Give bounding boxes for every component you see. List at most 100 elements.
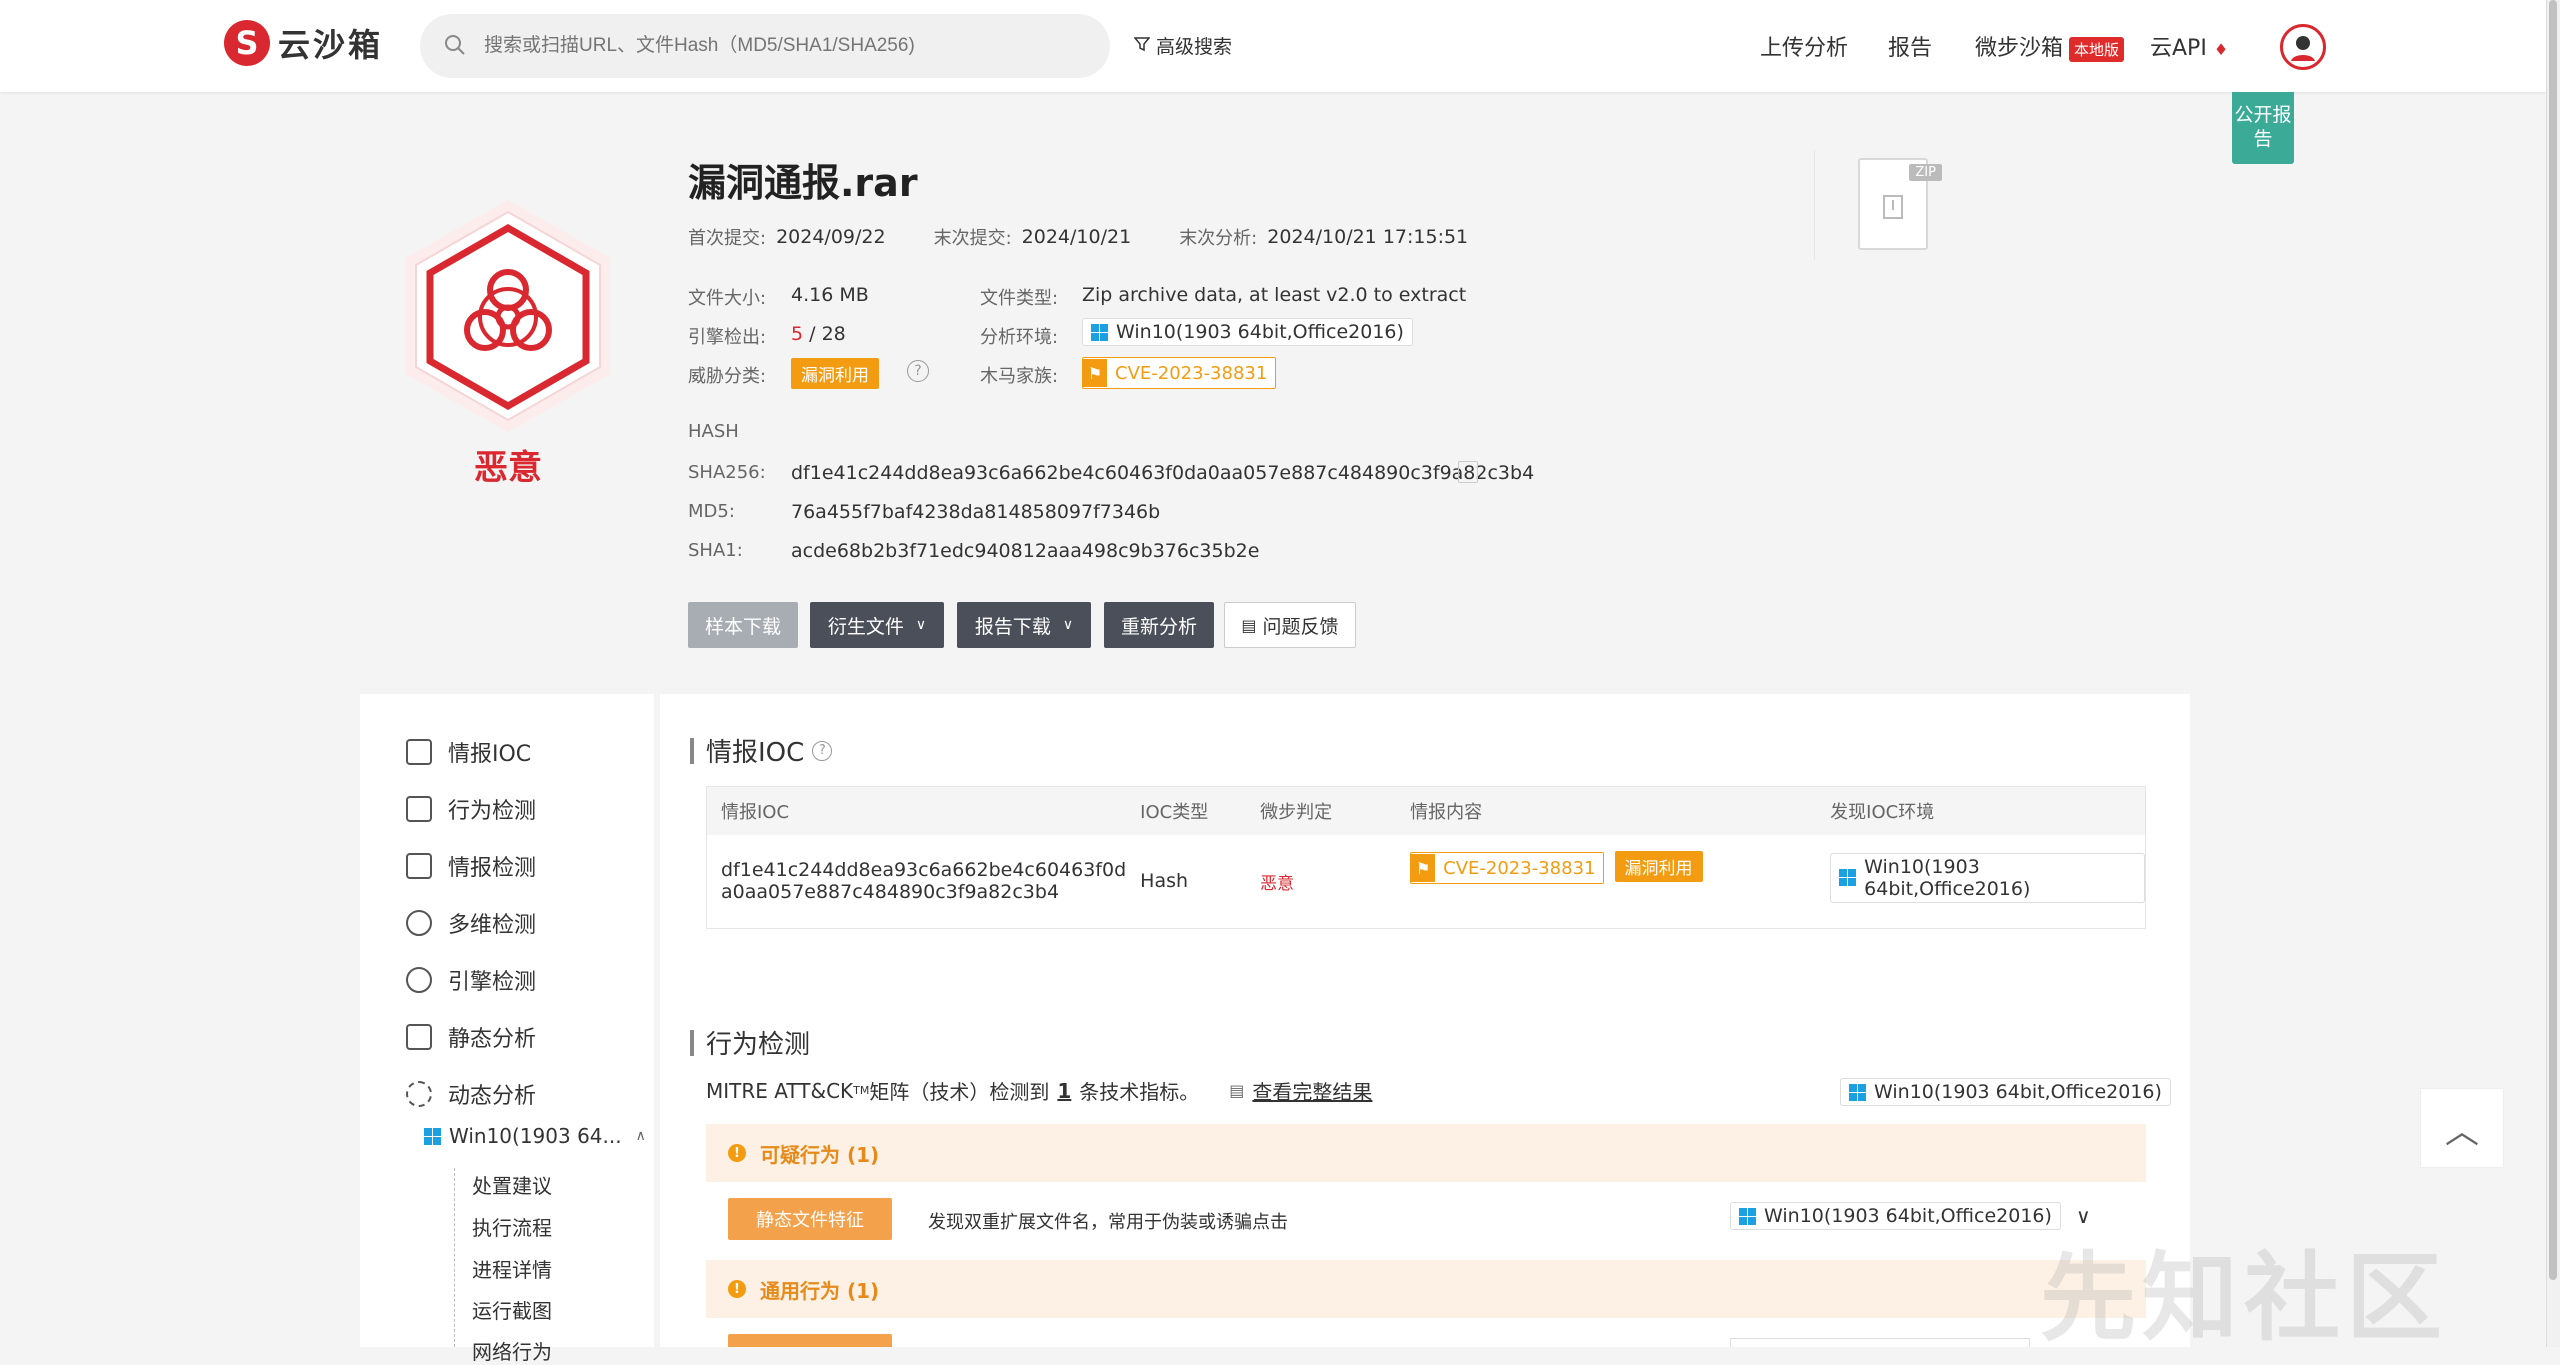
sidebar-sub-process[interactable]: 进程详情 (472, 1254, 552, 1283)
ioc-value-cell: df1e41c244dd8ea93c6a662be4c60463f0d a0aa0… (707, 835, 1127, 929)
static-feature-env-tag[interactable]: Win10(1903 64bit,Office2016) (1730, 1202, 2061, 1230)
sha1-label: SHA1: (688, 540, 743, 561)
file-size-value: 4.16 MB (791, 284, 869, 306)
filter-icon (1133, 35, 1151, 57)
table-row: df1e41c244dd8ea93c6a662be4c60463f0d a0aa0… (707, 835, 2146, 929)
sidebar-item-engine[interactable]: 引擎检测 (406, 964, 536, 996)
cve-tag[interactable]: ⚑ CVE-2023-38831 (1410, 852, 1605, 884)
behavior-tag-partial (728, 1334, 892, 1347)
user-avatar[interactable] (2280, 24, 2326, 70)
nav-cloud-api[interactable]: 云API ♦ (2150, 30, 2228, 62)
vuln-exploit-tag[interactable]: 漏洞利用 (1614, 850, 1703, 882)
trojan-family-label: 木马家族: (980, 366, 1059, 387)
static-feature-desc: 发现双重扩展文件名，常用于伪装或诱骗点击 (928, 1212, 1288, 1233)
mitre-mid: 矩阵（技术）检测到 (869, 1080, 1050, 1104)
behavior-env-tag[interactable]: Win10(1903 64bit,Office2016) (1840, 1078, 2171, 1106)
help-icon[interactable]: ? (907, 360, 929, 382)
back-to-top-button[interactable]: ︿ (2420, 1088, 2504, 1168)
analysis-env-tag[interactable]: Win10(1903 64bit,Office2016) (1082, 318, 1413, 346)
sidebar-item-static[interactable]: 静态分析 (406, 1021, 536, 1053)
nav-threatbook-sandbox[interactable]: 微步沙箱 本地版 (1975, 30, 2125, 62)
download-sample-button[interactable]: 样本下载 (688, 602, 798, 648)
search-icon (444, 34, 468, 58)
copy-icon[interactable] (1458, 461, 1478, 483)
suspicious-behavior-header[interactable]: ! 可疑行为 (1) (706, 1124, 2146, 1182)
sidebar-sub-exec-flow[interactable]: 执行流程 (472, 1212, 552, 1241)
first-submit-label: 首次提交: (688, 228, 767, 249)
sidebar-item-dynamic[interactable]: 动态分析 (406, 1078, 536, 1110)
general-behavior-label: 通用行为 (1) (760, 1278, 880, 1303)
sha256-value: df1e41c244dd8ea93c6a662be4c60463f0da0aa0… (791, 462, 1535, 484)
last-analysis-label: 末次分析: (1179, 228, 1258, 249)
search-bar[interactable] (420, 14, 1110, 78)
ioc-env-cell: Win10(1903 64bit,Office2016) (1816, 835, 2145, 929)
advanced-search-button[interactable]: 高级搜索 (1133, 32, 1233, 59)
behavior-section-title: 行为检测 (690, 1024, 810, 1061)
sidebar-sub-network[interactable]: 网络行为 (472, 1336, 552, 1365)
question-circle-icon (406, 967, 432, 993)
mitre-prefix: MITRE ATT&CK (706, 1078, 854, 1103)
sidebar-sub-screenshot[interactable]: 运行截图 (472, 1295, 552, 1324)
md5-label: MD5: (688, 501, 735, 522)
sha1-value: acde68b2b3f71edc940812aaa498c9b376c35b2e (791, 540, 1260, 562)
layout-icon (406, 853, 432, 879)
sidebar-env-item[interactable]: Win10(1903 64... ∧ (424, 1124, 646, 1148)
ioc-value-line: df1e41c244dd8ea93c6a662be4c60463f0d (721, 859, 1127, 882)
public-report-button[interactable]: 公开报告 (2232, 92, 2294, 164)
vuln-icon: ⚑ (1411, 854, 1436, 882)
sha256-label: SHA256: (688, 462, 766, 483)
nav-report[interactable]: 报告 (1888, 30, 1932, 62)
logo[interactable]: S 云沙箱 (224, 18, 383, 68)
last-analysis-value: 2024/10/21 17:15:51 (1267, 226, 1469, 248)
refresh-icon (406, 1081, 432, 1107)
general-behavior-header[interactable]: ! 通用行为 (1) (706, 1260, 2146, 1318)
mitre-count: 1 (1057, 1078, 1072, 1103)
search-input[interactable] (484, 35, 1084, 57)
ioc-section-title: 情报IOC? (690, 732, 833, 769)
ioc-type-cell: Hash (1140, 870, 1189, 893)
logo-text: 云沙箱 (278, 26, 384, 64)
ioc-env-label: Win10(1903 64bit,Office2016) (1864, 855, 2031, 900)
sidebar-item-intel-detect[interactable]: 情报检测 (406, 850, 536, 882)
engine-detect-value: 5 / 28 (791, 323, 846, 345)
engine-hit-count: 5 (791, 323, 804, 345)
ioc-env-tag[interactable]: Win10(1903 64bit,Office2016) (1830, 852, 2145, 903)
trojan-family-value: CVE-2023-38831 (1115, 362, 1268, 384)
scrollbar-thumb[interactable] (2549, 0, 2557, 1280)
static-feature-tag: 静态文件特征 (728, 1198, 892, 1240)
reanalyze-button[interactable]: 重新分析 (1104, 602, 1214, 648)
download-report-button[interactable]: 报告下载 ∨ (957, 602, 1091, 648)
threat-class-tag[interactable]: 漏洞利用 (791, 358, 879, 389)
table-header-row: 情报IOC IOC类型 微步判定 情报内容 发现IOC环境 (706, 786, 2146, 835)
sidebar-item-behavior[interactable]: 行为检测 (406, 793, 536, 825)
feedback-label: 问题反馈 (1262, 615, 1339, 638)
top-navbar: S 云沙箱 高级搜索 上传分析 报告 微步沙箱本地版 云API ♦ (0, 0, 2546, 92)
last-submit-value: 2024/10/21 (1021, 226, 1132, 248)
view-full-results-link[interactable]: 查看完整结果 (1252, 1076, 1372, 1105)
vuln-icon: ⚑ (1083, 359, 1107, 387)
trojan-family-tag[interactable]: ⚑ CVE-2023-38831 (1082, 357, 1277, 389)
derived-files-button[interactable]: 衍生文件 ∨ (810, 602, 944, 648)
ioc-title-label: 情报IOC (706, 738, 805, 768)
chevron-down-icon: ∨ (1062, 617, 1074, 633)
checklist-icon (406, 739, 432, 765)
help-icon[interactable]: ? (812, 740, 833, 761)
sidebar-item-multi-detect[interactable]: 多维检测 (406, 907, 536, 939)
col-ioc: 情报IOC (706, 786, 1127, 835)
sidebar-item-intel-ioc[interactable]: 情报IOC (406, 736, 531, 768)
feedback-button[interactable]: ▤ 问题反馈 (1224, 602, 1356, 648)
report-main: 情报IOC? 情报IOC IOC类型 微步判定 情报内容 发现IOC环境 df1… (660, 694, 2190, 1347)
advanced-search-label: 高级搜索 (1156, 36, 1233, 58)
cloud-search-icon (406, 910, 432, 936)
nav-upload-analysis[interactable]: 上传分析 (1760, 30, 1848, 62)
nav-cloud-api-label: 云API (2150, 36, 2207, 61)
biohazard-hexagon-icon (406, 200, 610, 432)
cve-tag-label: CVE-2023-38831 (1443, 857, 1596, 879)
ioc-intel-cell: ⚑ CVE-2023-38831 漏洞利用 (1396, 835, 1816, 929)
file-size-label: 文件大小: (688, 288, 767, 309)
mitre-suffix: 条技术指标。 (1079, 1080, 1200, 1104)
maple-leaf-icon: ♦ (2213, 40, 2229, 59)
file-type-value: Zip archive data, at least v2.0 to extra… (1082, 284, 1467, 306)
sidebar-sub-disposal[interactable]: 处置建议 (472, 1170, 552, 1199)
windows-icon (1839, 869, 1857, 886)
